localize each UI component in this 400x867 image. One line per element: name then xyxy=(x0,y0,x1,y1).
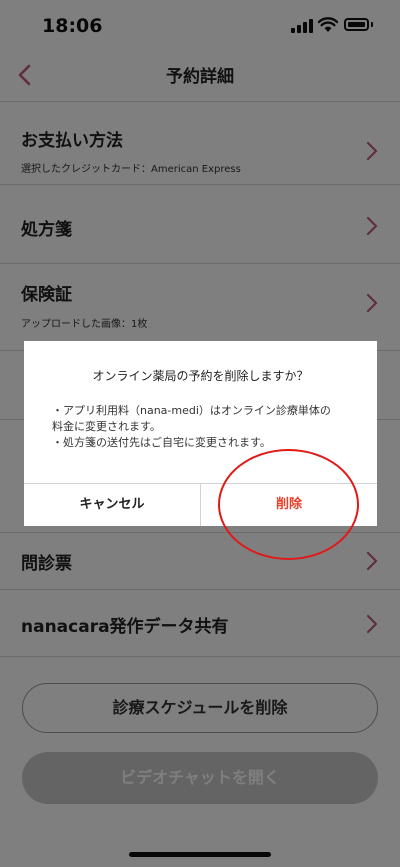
cancel-button[interactable]: キャンセル xyxy=(24,484,200,526)
highlight-circle xyxy=(218,449,359,560)
dialog-body-line: ・アプリ利用料（nana-medi）はオンライン診療単体の xyxy=(52,404,331,417)
dialog-title: オンライン薬局の予約を削除しますか？ xyxy=(92,369,309,383)
dialog-body-line: 料金に変更されます。 xyxy=(52,420,161,433)
dialog-body-line: ・処方箋の送付先はご自宅に変更されます。 xyxy=(52,436,271,449)
dialog-body: ・アプリ利用料（nana-medi）はオンライン診療単体の 料金に変更されます。… xyxy=(52,403,372,451)
